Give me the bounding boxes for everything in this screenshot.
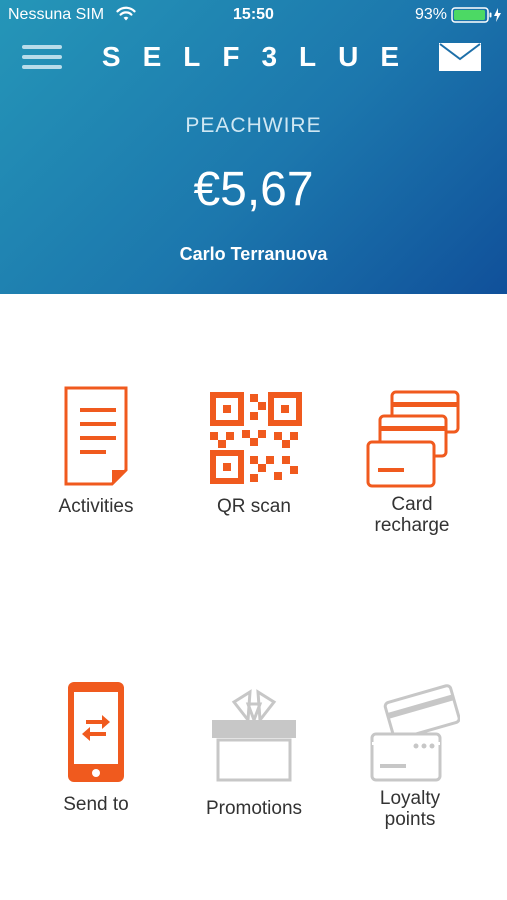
document-list-icon xyxy=(64,386,128,486)
promotions-label: Promotions xyxy=(205,798,303,819)
battery-percent: 93% xyxy=(415,6,448,23)
phone-transfer-icon xyxy=(68,682,124,782)
qr-scan-label: QR scan xyxy=(217,496,291,517)
loyalty-cards-icon xyxy=(370,684,460,782)
account-header: Nessuna SIM 15:50 93% SELF3LUE PEACHWIRE… xyxy=(0,0,507,294)
send-to-label: Send to xyxy=(63,794,129,815)
activities-button[interactable]: Activities xyxy=(16,386,176,517)
top-nav-bar: SELF3LUE xyxy=(0,38,507,78)
activities-label: Activities xyxy=(58,496,134,517)
gift-box-icon xyxy=(212,689,296,782)
send-to-button[interactable]: Send to xyxy=(16,680,176,815)
loyalty-points-button[interactable]: Loyalty points xyxy=(330,682,490,830)
merchant-name: PEACHWIRE xyxy=(185,114,322,137)
balance-amount: €5,67 xyxy=(193,163,314,216)
battery-icon xyxy=(451,7,501,23)
brand-logo: SELF3LUE xyxy=(101,41,422,72)
hamburger-menu-icon[interactable] xyxy=(22,42,62,72)
loyalty-points-label: Loyalty points xyxy=(379,788,441,830)
card-recharge-label: Card recharge xyxy=(374,494,450,536)
qr-code-icon xyxy=(210,392,302,484)
user-name: Carlo Terranuova xyxy=(179,244,328,264)
qr-scan-button[interactable]: QR scan xyxy=(174,386,334,517)
mail-envelope-icon[interactable] xyxy=(438,42,482,72)
card-stack-icon xyxy=(366,390,460,488)
card-recharge-button[interactable]: Card recharge xyxy=(332,386,492,536)
status-bar: Nessuna SIM 15:50 93% xyxy=(0,0,507,30)
promotions-button[interactable]: Promotions xyxy=(174,686,334,819)
